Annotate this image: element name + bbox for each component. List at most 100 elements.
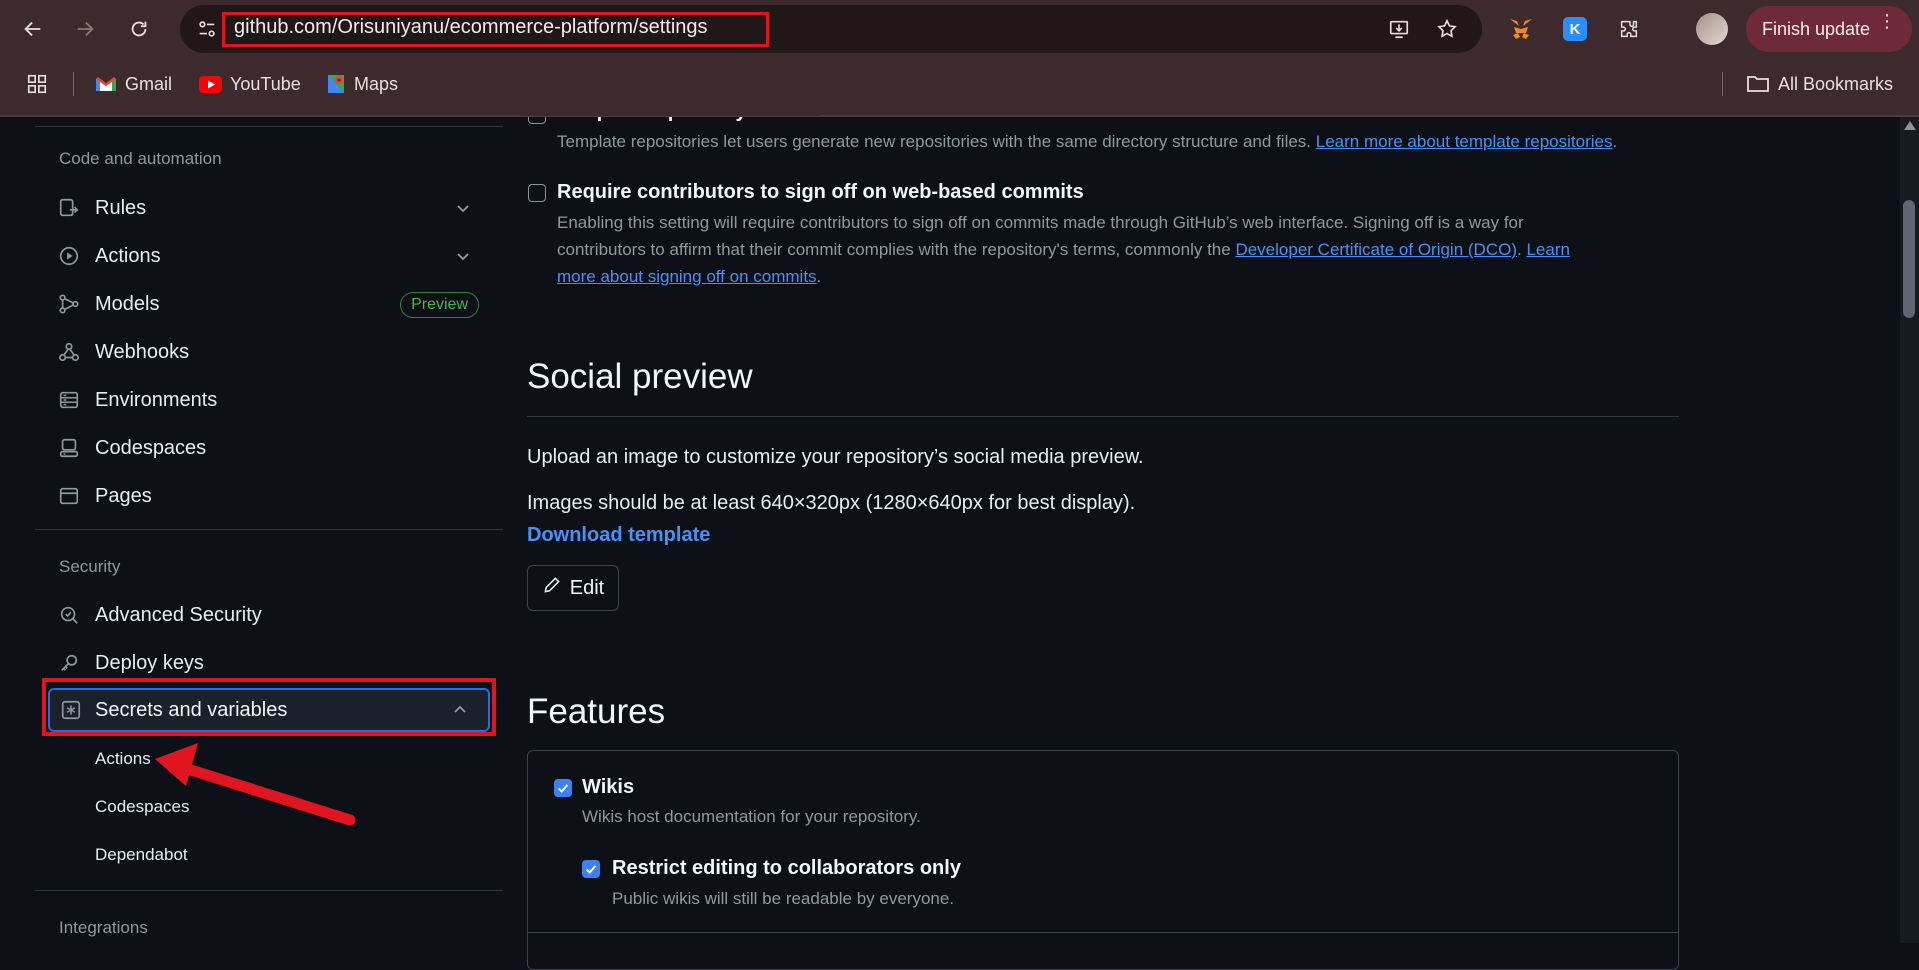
sidebar-heading-integrations: Integrations (59, 918, 148, 937)
signoff-desc-line2: contributors to affirm that their commit… (557, 236, 1570, 263)
folder-icon (1747, 76, 1769, 92)
signoff-learn-link-a[interactable]: Learn (1526, 240, 1569, 259)
sidebar-item-environments[interactable]: Environments (47, 378, 493, 422)
rules-icon (57, 196, 81, 220)
chrome-bottom-border (0, 116, 1919, 117)
signoff-desc-line1: Enabling this setting will require contr… (557, 213, 1524, 232)
sidebar-item-label: Actions (95, 244, 161, 267)
restrict-editing-title: Restrict editing to collaborators only (612, 857, 961, 879)
social-preview-size-note: Images should be at least 640×320px (128… (527, 492, 1136, 514)
bookmark-youtube[interactable]: YouTube (199, 71, 301, 97)
bookmarks-divider (73, 72, 74, 96)
sidebar-subitem-codespaces[interactable]: Codespaces (95, 797, 190, 817)
finish-update-label: Finish update (1762, 18, 1871, 39)
template-repository-link[interactable]: Learn more about template repositories (1316, 132, 1613, 151)
edit-button[interactable]: Edit (527, 565, 619, 611)
k-extension-icon[interactable]: K (1560, 14, 1590, 44)
dco-link[interactable]: Developer Certificate of Origin (DCO) (1235, 240, 1517, 259)
bookmark-star-icon[interactable] (1432, 14, 1462, 44)
signoff-desc-line2-text: contributors to affirm that their commit… (557, 240, 1231, 259)
features-heading: Features (527, 692, 666, 731)
sidebar-item-label: Rules (95, 196, 147, 219)
wikis-title: Wikis (582, 776, 635, 798)
template-repository-desc: Template repositories let users generate… (557, 128, 1617, 155)
apps-grid-icon[interactable] (26, 71, 48, 97)
signoff-learn-link-b[interactable]: more about signing off on commits (557, 267, 817, 286)
chevron-down-icon[interactable] (453, 198, 473, 218)
sidebar-subitem-actions[interactable]: Actions (95, 749, 151, 769)
menu-dots-icon: ⋮ (1878, 11, 1896, 31)
youtube-icon (199, 75, 222, 93)
secrets-annotation-box (42, 678, 496, 736)
restrict-editing-checkbox[interactable] (582, 860, 600, 878)
install-app-icon[interactable] (1384, 14, 1414, 44)
wikis-checkbox[interactable] (554, 779, 572, 797)
back-icon[interactable] (18, 14, 48, 44)
sidebar-subitem-dependabot[interactable]: Dependabot (95, 845, 188, 865)
sidebar-divider (35, 529, 503, 530)
social-preview-rule (527, 416, 1679, 417)
sidebar-item-models[interactable]: Models Preview (47, 282, 493, 326)
bookmark-gmail-label: Gmail (125, 73, 173, 94)
chevron-down-icon[interactable] (453, 246, 473, 266)
sidebar-item-codespaces[interactable]: Codespaces (47, 426, 493, 470)
k-extension-letter: K (1563, 17, 1587, 41)
gmail-icon (96, 76, 116, 91)
sidebar-heading-code: Code and automation (59, 149, 222, 168)
signoff-desc-line3: more about signing off on commits. (557, 263, 821, 290)
server-icon (57, 388, 81, 412)
sidebar-item-label: Environments (95, 388, 218, 411)
all-bookmarks-label: All Bookmarks (1778, 73, 1894, 94)
sidebar-item-label: Deploy keys (95, 651, 204, 674)
pencil-icon (542, 575, 562, 601)
sidebar-item-label: Pages (95, 484, 152, 507)
sidebar-divider (35, 890, 503, 891)
models-icon (57, 292, 81, 316)
webhook-icon (57, 340, 81, 364)
signoff-checkbox[interactable] (528, 184, 546, 202)
sidebar-item-label: Codespaces (95, 436, 207, 459)
social-preview-desc: Upload an image to customize your reposi… (527, 446, 1144, 468)
site-info-icon[interactable] (192, 14, 222, 44)
sidebar-item-pages[interactable]: Pages (47, 474, 493, 518)
key-icon (57, 651, 81, 675)
url-annotation-box (222, 12, 769, 47)
bookmark-youtube-label: YouTube (230, 73, 301, 94)
bookmark-gmail[interactable]: Gmail (95, 71, 172, 97)
period: . (1516, 240, 1522, 259)
metamask-extension-icon[interactable] (1506, 14, 1536, 44)
shield-search-icon (57, 603, 81, 627)
profile-avatar[interactable] (1696, 13, 1728, 45)
bookmark-maps[interactable]: Maps (326, 71, 398, 97)
sidebar-item-advanced-security[interactable]: Advanced Security (47, 593, 493, 637)
bookmark-maps-label: Maps (354, 73, 399, 94)
codespaces-icon (57, 436, 81, 460)
sidebar-item-actions[interactable]: Actions (47, 234, 493, 278)
forward-icon[interactable] (70, 14, 100, 44)
preview-badge: Preview (400, 292, 479, 318)
play-circle-icon (57, 244, 81, 268)
sidebar-item-label: Models (95, 292, 160, 315)
download-template-link[interactable]: Download template (527, 524, 710, 547)
restrict-editing-desc: Public wikis will still be readable by e… (612, 889, 955, 908)
finish-update-button[interactable]: Finish update ⋮ (1746, 6, 1912, 52)
all-bookmarks[interactable]: All Bookmarks (1746, 71, 1893, 97)
period: . (1612, 132, 1618, 151)
browser-window-icon (57, 484, 81, 508)
chrome-overlap (520, 95, 820, 117)
sidebar-item-rules[interactable]: Rules (47, 186, 493, 230)
sidebar-item-label: Webhooks (95, 340, 190, 363)
period: . (816, 267, 822, 286)
sidebar-item-label: Advanced Security (95, 603, 262, 626)
edit-button-label: Edit (569, 576, 605, 599)
scroll-up-arrow-icon[interactable] (1904, 121, 1916, 130)
maps-icon (328, 75, 344, 93)
reload-icon[interactable] (124, 14, 154, 44)
social-preview-heading: Social preview (527, 357, 753, 396)
bookmarks-divider-right (1722, 72, 1723, 96)
extensions-puzzle-icon[interactable] (1614, 14, 1644, 44)
scroll-thumb[interactable] (1903, 200, 1915, 318)
sidebar-heading-security: Security (59, 557, 121, 576)
template-repository-desc-text: Template repositories let users generate… (557, 132, 1312, 151)
sidebar-item-webhooks[interactable]: Webhooks (47, 330, 493, 374)
